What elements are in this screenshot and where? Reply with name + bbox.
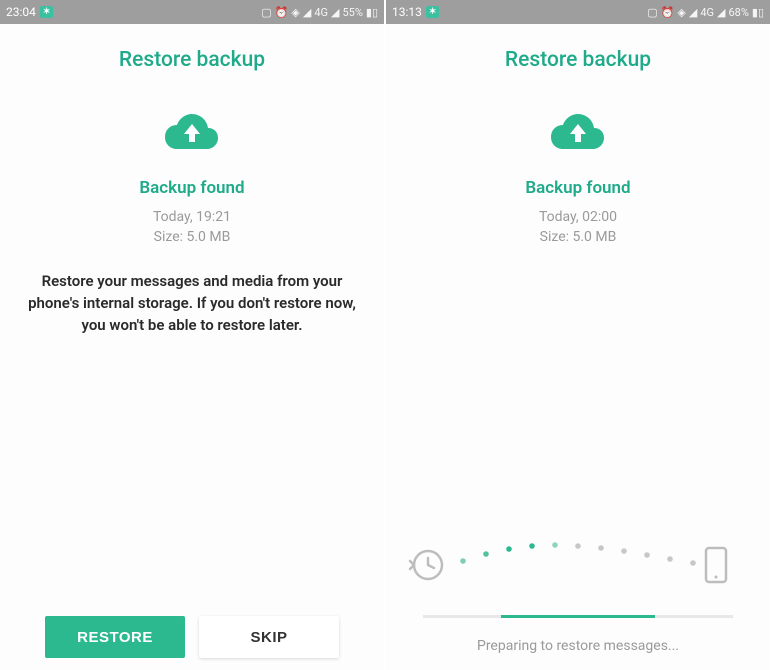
screen-restore-prompt: 23:04 ✶ ▢ ⏰ ◈ ◢ 4G ◢ 55% ▮▯ Restore back… [0,0,386,670]
progress-bar-fill [501,615,656,618]
battery-pct: 55% [342,6,362,19]
battery-pct: 68% [728,6,748,19]
status-icons: ▢ ⏰ ◈ ◢ 4G ◢ 55% ▮▯ [261,6,378,19]
status-badge-icon: ✶ [426,6,440,18]
transfer-illustration [406,537,750,597]
status-bar: 23:04 ✶ ▢ ⏰ ◈ ◢ 4G ◢ 55% ▮▯ [0,0,384,24]
restore-description: Restore your messages and media from you… [20,271,364,336]
wifi-icon: ◈ [291,6,299,19]
backup-timestamp: Today, 02:00 [539,208,617,228]
backup-timestamp: Today, 19:21 [153,208,231,228]
backup-size: Size: 5.0 MB [539,228,617,248]
status-time: 23:04 [6,5,36,19]
page-title: Restore backup [119,48,265,72]
backup-meta: Today, 02:00 Size: 5.0 MB [539,208,617,247]
status-icons: ▢ ⏰ ◈ ◢ 4G ◢ 68% ▮▯ [647,6,764,19]
signal-icon-2: ◢ [717,6,725,19]
backup-meta: Today, 19:21 Size: 5.0 MB [153,208,231,247]
battery-icon: ▮▯ [752,6,764,19]
network-label: 4G [314,6,328,19]
history-icon [410,551,442,579]
restore-button[interactable]: RESTORE [45,616,185,658]
page-title: Restore backup [505,48,651,72]
network-label: 4G [700,6,714,19]
backup-found-heading: Backup found [139,178,244,198]
cloud-upload-icon [164,110,220,156]
vibrate-icon: ▢ [261,6,271,19]
backup-found-heading: Backup found [525,178,630,198]
progress-bar [423,615,733,618]
vibrate-icon: ▢ [647,6,657,19]
skip-button[interactable]: SKIP [199,616,339,658]
status-badge-icon: ✶ [40,6,54,18]
backup-size: Size: 5.0 MB [153,228,231,248]
battery-icon: ▮▯ [366,6,378,19]
cloud-upload-icon [550,110,606,156]
alarm-icon: ⏰ [275,6,289,19]
signal-icon-2: ◢ [331,6,339,19]
progress-status-text: Preparing to restore messages... [477,638,679,654]
signal-icon: ◢ [303,6,311,19]
button-row: RESTORE SKIP [0,616,384,658]
screen-restore-progress: 13:13 ✶ ▢ ⏰ ◈ ◢ 4G ◢ 68% ▮▯ Restore back… [386,0,772,670]
transfer-dots-icon [460,542,696,566]
signal-icon: ◢ [689,6,697,19]
status-time: 13:13 [392,5,422,19]
status-bar: 13:13 ✶ ▢ ⏰ ◈ ◢ 4G ◢ 68% ▮▯ [386,0,770,24]
alarm-icon: ⏰ [661,6,675,19]
progress-area: Preparing to restore messages... [386,537,770,654]
wifi-icon: ◈ [677,6,685,19]
phone-icon [706,548,726,582]
content-area: Restore backup Backup found Today, 19:21… [0,24,384,670]
